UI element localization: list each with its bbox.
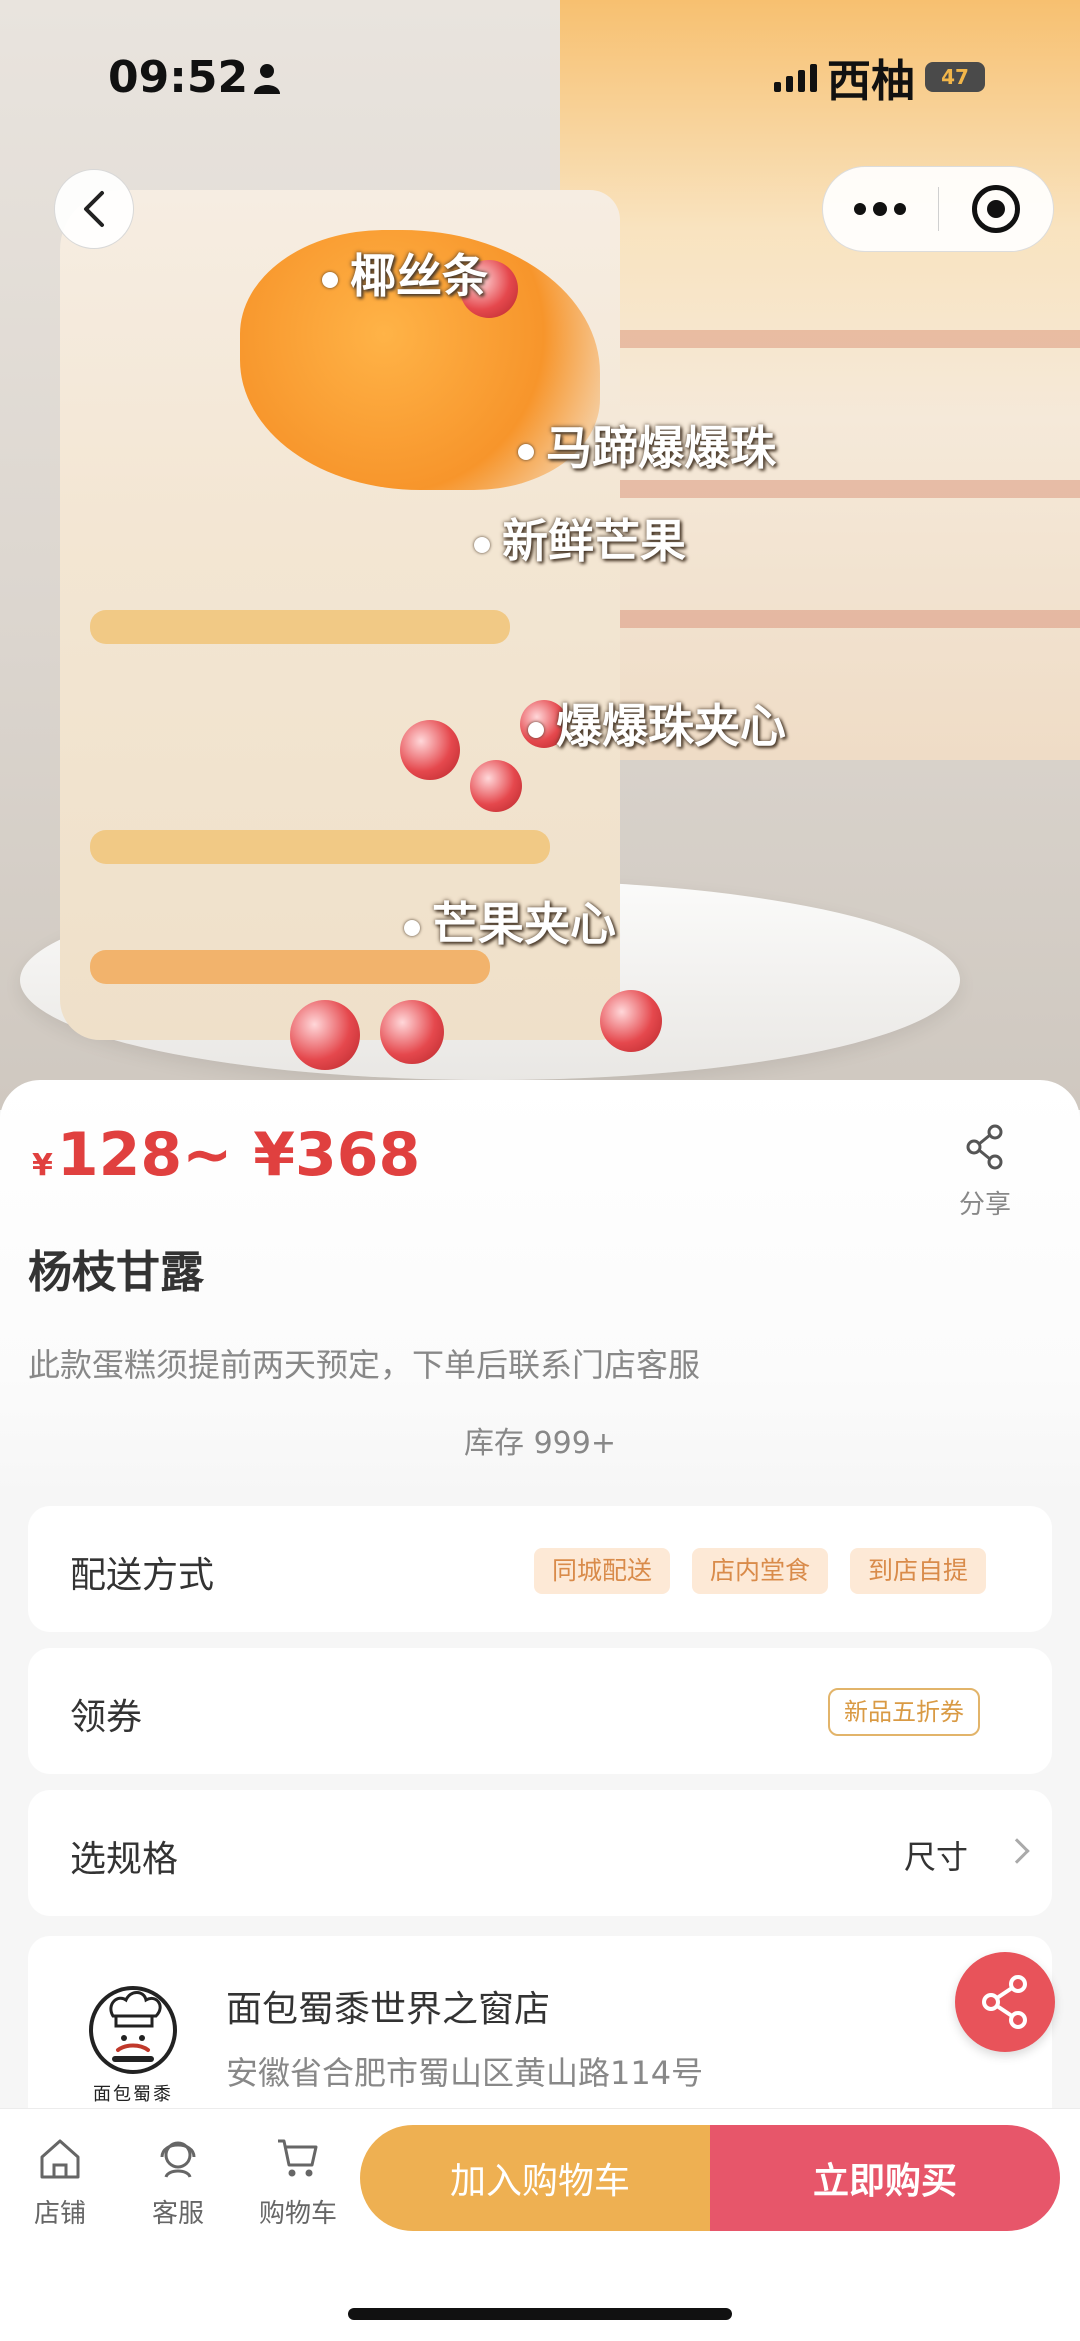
share-icon bbox=[982, 1975, 1027, 2029]
share-label: 分享 bbox=[958, 1190, 1011, 1220]
stock-count: 库存 999+ bbox=[464, 1426, 616, 1461]
battery-indicator: 47 bbox=[925, 62, 985, 92]
buy-now-button[interactable]: 立即购买 bbox=[710, 2125, 1060, 2231]
hero-label: 芒果夹心 bbox=[404, 888, 616, 954]
pearl bbox=[290, 1000, 360, 1070]
store-name: 面包蜀黍世界之窗店 bbox=[226, 1989, 551, 2030]
pearl bbox=[400, 720, 460, 780]
share-icon bbox=[966, 1124, 1003, 1170]
chevron-right-icon bbox=[1004, 1838, 1030, 1864]
select-spec-label: 选规格 bbox=[70, 1839, 179, 1880]
close-mini-program-button[interactable] bbox=[939, 167, 1054, 251]
nav-store-label: 店铺 bbox=[33, 2199, 86, 2229]
store-logo-text: 面包蜀黍 bbox=[93, 2084, 173, 2105]
delivery-option-dine-in[interactable]: 店内堂食 bbox=[692, 1548, 829, 1594]
coupon-row[interactable]: 领券 新品五折券 bbox=[28, 1648, 1052, 1774]
back-chevron-icon bbox=[84, 191, 104, 227]
customer-service-icon bbox=[160, 2141, 196, 2178]
nav-customer-service[interactable]: 客服 bbox=[128, 2135, 228, 2230]
add-to-cart-button[interactable]: 加入购物车 bbox=[360, 2125, 720, 2231]
pearl bbox=[600, 990, 662, 1052]
bottom-action-bar: 店铺 客服 购物车 加入购物车 立即购买 bbox=[0, 2108, 1080, 2341]
hero-label: 新鲜芒果 bbox=[474, 505, 686, 571]
store-card[interactable]: 面包蜀黍 面包蜀黍世界之窗店 安徽省合肥市蜀山区黄山路114号 bbox=[28, 1936, 1052, 2136]
delivery-method-row: 配送方式 同城配送 店内堂食 到店自提 bbox=[28, 1506, 1052, 1632]
coupon-label: 领券 bbox=[70, 1697, 143, 1738]
delivery-option-pickup[interactable]: 到店自提 bbox=[850, 1548, 987, 1594]
spec-value: 尺寸 bbox=[904, 1838, 969, 1876]
cart-icon bbox=[278, 2139, 318, 2177]
floating-share-button[interactable] bbox=[955, 1952, 1055, 2052]
mini-program-capsule bbox=[822, 166, 1054, 252]
nav-cart[interactable]: 购物车 bbox=[248, 2135, 348, 2230]
chef-logo-icon bbox=[89, 1986, 177, 2074]
target-icon bbox=[971, 185, 1020, 233]
background-cake bbox=[560, 0, 1080, 760]
nav-customer-service-label: 客服 bbox=[151, 2199, 204, 2229]
share-button[interactable]: 分享 bbox=[945, 1124, 1025, 1221]
more-dots-icon bbox=[854, 201, 907, 216]
more-button[interactable] bbox=[823, 167, 938, 251]
back-button[interactable] bbox=[54, 169, 134, 249]
status-time: 09:52 bbox=[108, 52, 249, 103]
pearl bbox=[380, 1000, 444, 1064]
carrier-name: 西柚 bbox=[827, 56, 915, 107]
signal-icon bbox=[774, 62, 817, 92]
person-icon bbox=[254, 64, 280, 94]
price-value: 128~ ¥368 bbox=[56, 1120, 421, 1190]
select-spec-row[interactable]: 选规格 尺寸 bbox=[28, 1790, 1052, 1916]
hero-label: 马蹄爆爆珠 bbox=[518, 412, 776, 478]
price-range: ¥128~ ¥368 bbox=[32, 1120, 420, 1190]
delivery-method-label: 配送方式 bbox=[70, 1555, 215, 1596]
store-logo: 面包蜀黍 bbox=[78, 1976, 188, 2106]
status-right: 西柚 47 bbox=[774, 52, 985, 107]
home-icon bbox=[40, 2139, 80, 2179]
nav-cart-label: 购物车 bbox=[258, 2199, 337, 2229]
pearl bbox=[470, 760, 522, 812]
store-address: 安徽省合肥市蜀山区黄山路114号 bbox=[226, 2054, 704, 2092]
currency-symbol: ¥ bbox=[32, 1148, 53, 1183]
product-description: 此款蛋糕须提前两天预定，下单后联系门店客服 bbox=[28, 1346, 701, 1384]
coupon-tag[interactable]: 新品五折券 bbox=[828, 1688, 980, 1736]
home-indicator[interactable] bbox=[348, 2308, 732, 2320]
hero-label: 爆爆珠夹心 bbox=[528, 690, 786, 756]
nav-store[interactable]: 店铺 bbox=[10, 2135, 110, 2230]
product-title: 杨枝甘露 bbox=[28, 1247, 204, 1298]
hero-label: 椰丝条 bbox=[322, 240, 488, 306]
delivery-option-city[interactable]: 同城配送 bbox=[534, 1548, 671, 1594]
